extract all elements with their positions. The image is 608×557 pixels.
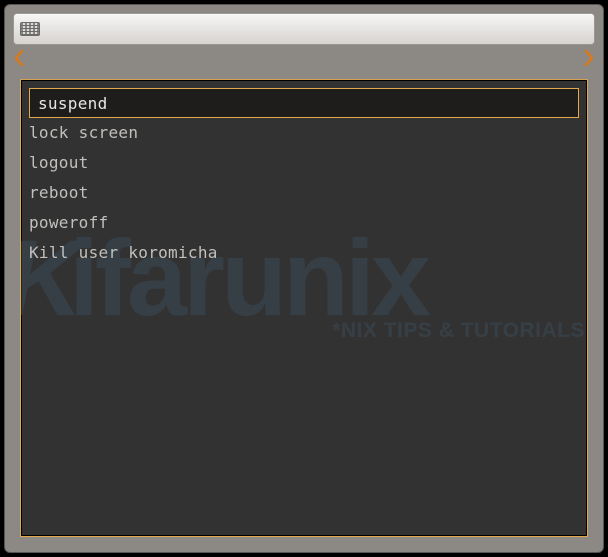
search-bar[interactable] [13, 13, 595, 45]
window-outer: Kifarunix *NIX TIPS & TUTORIALS suspend … [0, 0, 608, 557]
menu-item-kill-user[interactable]: Kill user koromicha [21, 238, 587, 268]
prev-arrow-icon[interactable] [13, 49, 25, 67]
nav-row [13, 45, 595, 67]
results-panel: Kifarunix *NIX TIPS & TUTORIALS suspend … [20, 79, 588, 537]
menu-item-lock-screen[interactable]: lock screen [21, 118, 587, 148]
menu-item-label: poweroff [29, 213, 108, 232]
menu-item-label: reboot [29, 183, 89, 202]
menu-item-reboot[interactable]: reboot [21, 178, 587, 208]
menu-item-suspend[interactable]: suspend [29, 88, 579, 118]
window-inner: Kifarunix *NIX TIPS & TUTORIALS suspend … [4, 4, 604, 553]
menu-item-label: logout [29, 153, 89, 172]
menu-item-label: suspend [38, 94, 108, 113]
menu-item-poweroff[interactable]: poweroff [21, 208, 587, 238]
watermark-tagline: *NIX TIPS & TUTORIALS [21, 319, 587, 343]
keyboard-icon [20, 22, 40, 36]
menu-item-label: Kill user koromicha [29, 243, 218, 262]
search-input[interactable] [46, 14, 588, 44]
menu-item-logout[interactable]: logout [21, 148, 587, 178]
next-arrow-icon[interactable] [583, 49, 595, 67]
menu-item-label: lock screen [29, 123, 138, 142]
